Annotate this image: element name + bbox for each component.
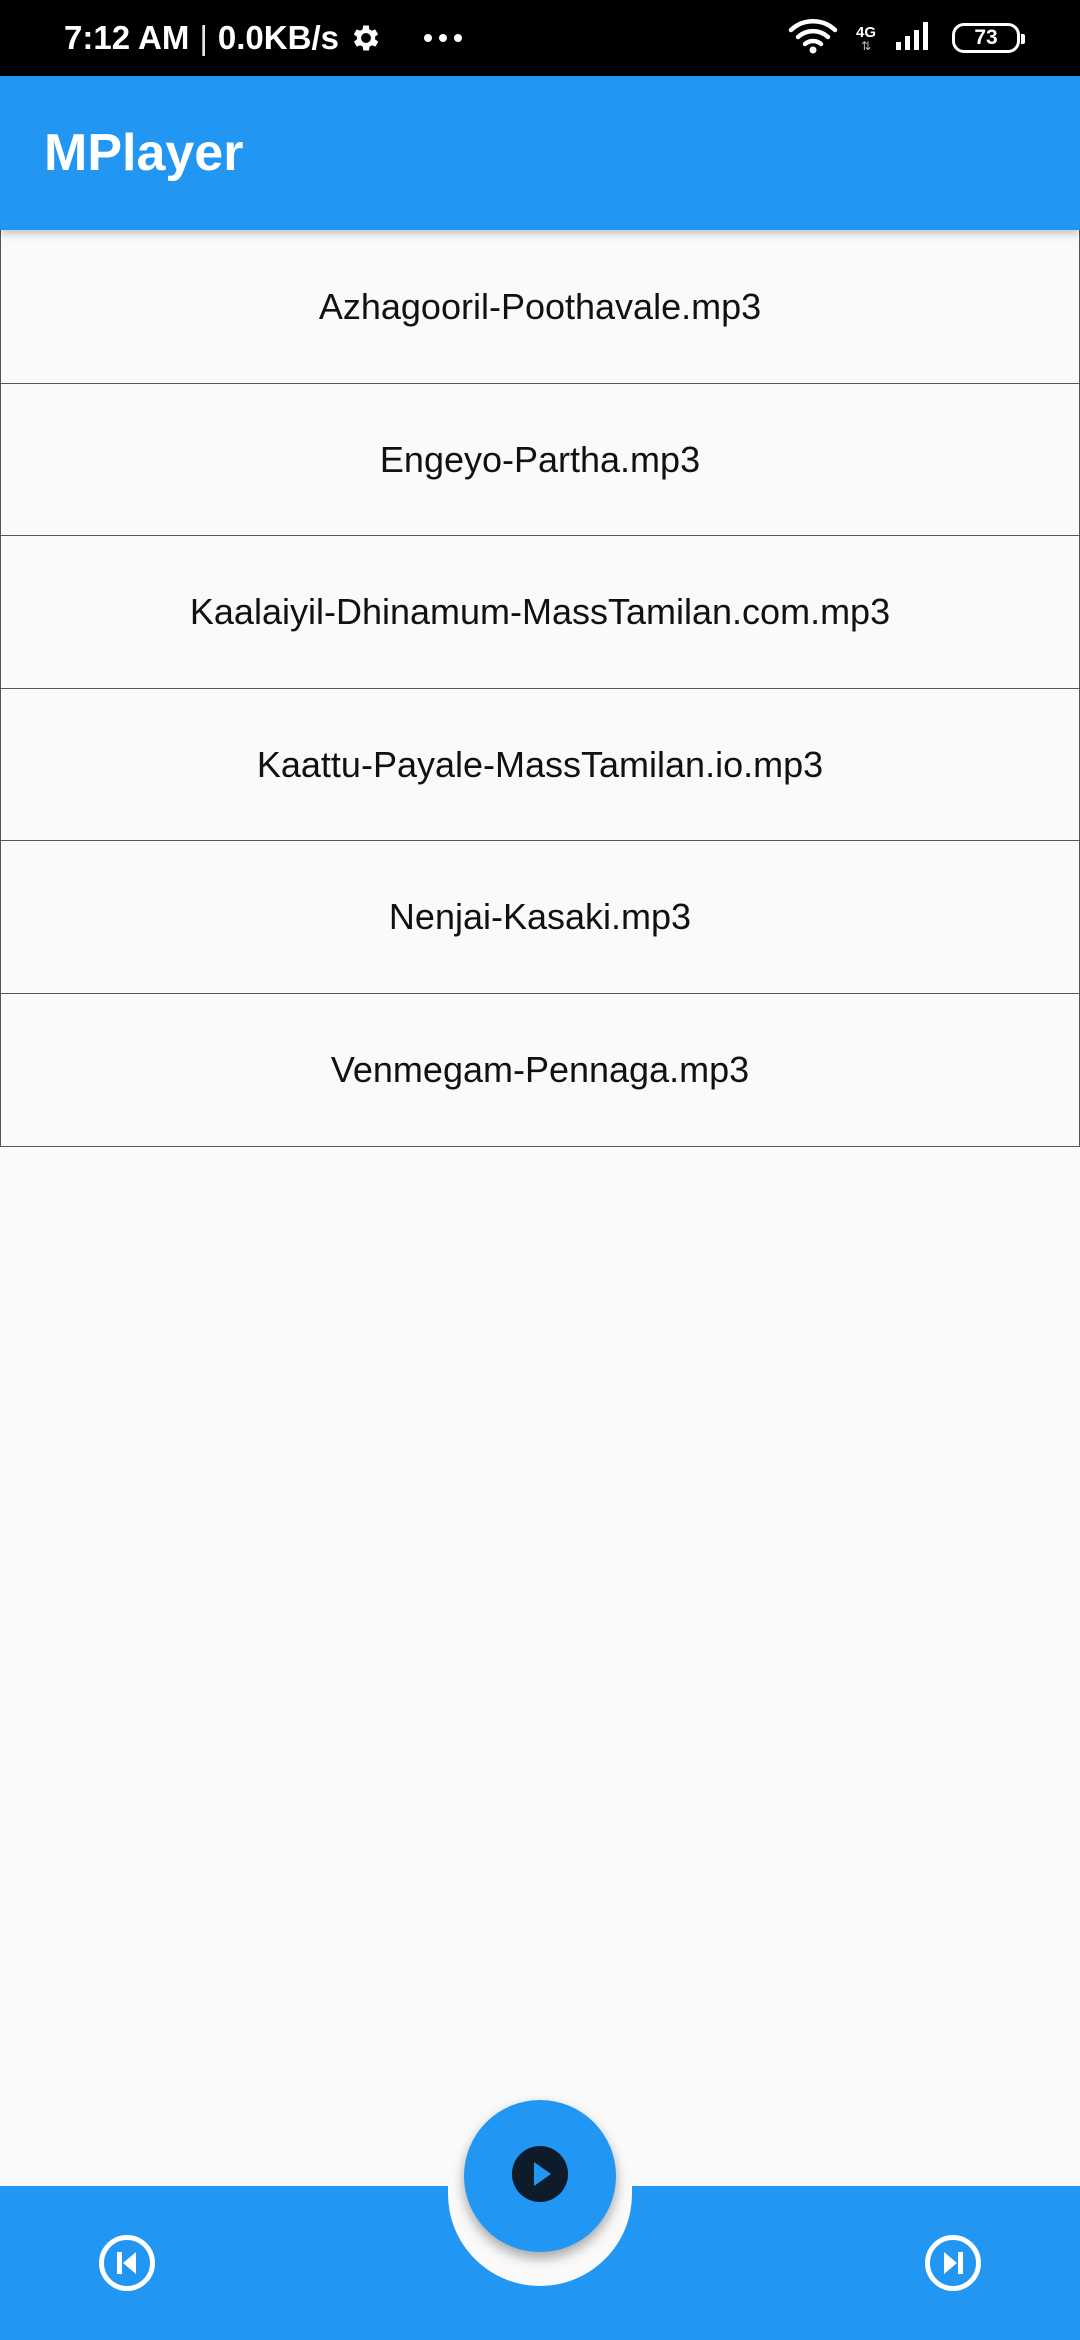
cell-signal-icon bbox=[894, 20, 934, 57]
status-time: 7:12 AM bbox=[64, 19, 190, 56]
song-list: Azhagooril-Poothavale.mp3 Engeyo-Partha.… bbox=[0, 230, 1080, 1147]
status-right: 4G ⇅ 73 bbox=[788, 0, 1025, 76]
song-title: Nenjai-Kasaki.mp3 bbox=[388, 896, 692, 937]
song-title: Kaalaiyil-Dhinamum-MassTamilan.com.mp3 bbox=[189, 591, 891, 632]
play-icon bbox=[511, 2145, 569, 2208]
song-title: Azhagooril-Poothavale.mp3 bbox=[318, 285, 762, 327]
gear-icon bbox=[349, 21, 383, 55]
play-button[interactable] bbox=[464, 2100, 616, 2252]
previous-button[interactable] bbox=[98, 2234, 156, 2292]
skip-next-icon bbox=[924, 2234, 982, 2292]
status-net-speed: 0.0KB/s bbox=[217, 19, 339, 56]
song-list-item[interactable]: Nenjai-Kasaki.mp3 bbox=[0, 840, 1080, 994]
app-title: MPlayer bbox=[44, 124, 244, 182]
battery-indicator: 73 bbox=[952, 23, 1025, 53]
song-list-item[interactable]: Kaalaiyil-Dhinamum-MassTamilan.com.mp3 bbox=[0, 535, 1080, 689]
song-list-item[interactable]: Engeyo-Partha.mp3 bbox=[0, 382, 1080, 537]
wifi-icon bbox=[788, 18, 838, 59]
network-type: 4G ⇅ bbox=[855, 23, 876, 53]
battery-level: 73 bbox=[974, 26, 998, 49]
status-bar: 7:12 AM | 0.0KB/s 4G ⇅ 73 bbox=[0, 0, 1080, 76]
next-button[interactable] bbox=[924, 2234, 982, 2292]
song-title: Venmegam-Pennaga.mp3 bbox=[330, 1048, 750, 1090]
song-title: Kaattu-Payale-MassTamilan.io.mp3 bbox=[256, 743, 824, 785]
status-left: 7:12 AM | 0.0KB/s bbox=[64, 0, 463, 76]
song-title: Engeyo-Partha.mp3 bbox=[379, 438, 701, 480]
song-list-item[interactable]: Venmegam-Pennaga.mp3 bbox=[0, 992, 1080, 1147]
song-list-item[interactable]: Kaattu-Payale-MassTamilan.io.mp3 bbox=[0, 687, 1080, 842]
ellipsis-icon bbox=[423, 33, 463, 43]
status-separator: | bbox=[199, 19, 208, 56]
song-list-item[interactable]: Azhagooril-Poothavale.mp3 bbox=[0, 230, 1080, 384]
app-bar: MPlayer bbox=[0, 76, 1080, 230]
skip-previous-icon bbox=[98, 2234, 156, 2292]
